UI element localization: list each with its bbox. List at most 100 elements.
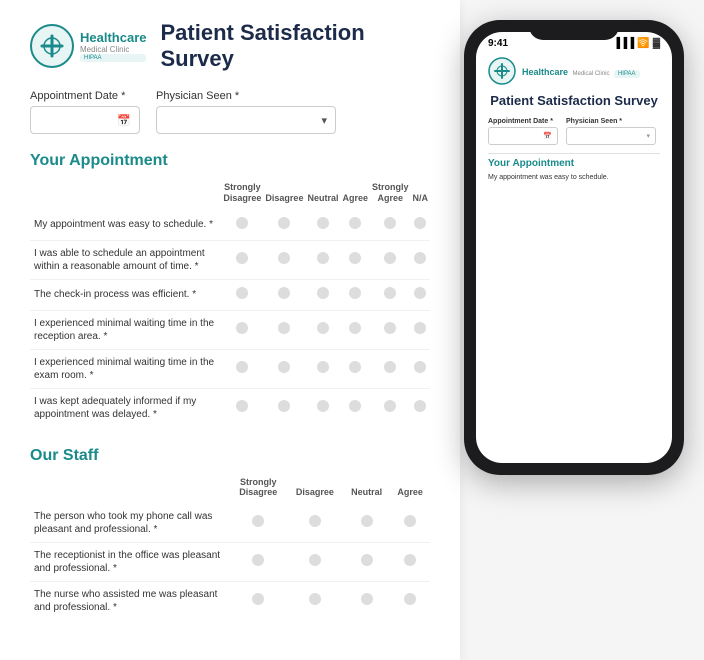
- radio-dot[interactable]: [384, 252, 396, 264]
- radio-dot[interactable]: [361, 515, 373, 527]
- radio-dot[interactable]: [236, 287, 248, 299]
- phone-date-input[interactable]: 📅: [488, 127, 558, 145]
- radio-cell[interactable]: [340, 240, 370, 279]
- appointment-date-input[interactable]: 📅: [30, 106, 140, 134]
- radio-dot[interactable]: [317, 217, 329, 229]
- radio-cell[interactable]: [370, 310, 411, 349]
- radio-dot[interactable]: [384, 400, 396, 412]
- radio-dot[interactable]: [404, 515, 416, 527]
- radio-cell[interactable]: [390, 543, 430, 582]
- radio-dot[interactable]: [236, 252, 248, 264]
- radio-cell[interactable]: [390, 582, 430, 621]
- radio-cell[interactable]: [305, 240, 340, 279]
- radio-dot[interactable]: [414, 217, 426, 229]
- radio-dot[interactable]: [414, 361, 426, 373]
- radio-dot[interactable]: [414, 252, 426, 264]
- radio-dot[interactable]: [278, 217, 290, 229]
- radio-dot[interactable]: [414, 400, 426, 412]
- radio-dot[interactable]: [236, 322, 248, 334]
- radio-cell[interactable]: [230, 504, 287, 543]
- radio-dot[interactable]: [361, 593, 373, 605]
- radio-cell[interactable]: [411, 210, 431, 241]
- radio-cell[interactable]: [340, 210, 370, 241]
- radio-cell[interactable]: [287, 504, 344, 543]
- radio-cell[interactable]: [370, 279, 411, 310]
- radio-dot[interactable]: [414, 287, 426, 299]
- radio-cell[interactable]: [305, 349, 340, 388]
- phone-physician-select[interactable]: ▾: [566, 127, 656, 145]
- radio-dot[interactable]: [384, 361, 396, 373]
- radio-dot[interactable]: [278, 287, 290, 299]
- radio-dot[interactable]: [384, 322, 396, 334]
- radio-dot[interactable]: [404, 554, 416, 566]
- radio-dot[interactable]: [278, 361, 290, 373]
- radio-cell[interactable]: [263, 240, 305, 279]
- radio-cell[interactable]: [221, 210, 263, 241]
- radio-dot[interactable]: [384, 287, 396, 299]
- radio-cell[interactable]: [305, 388, 340, 427]
- radio-cell[interactable]: [221, 349, 263, 388]
- radio-cell[interactable]: [343, 504, 390, 543]
- radio-dot[interactable]: [317, 287, 329, 299]
- radio-dot[interactable]: [309, 593, 321, 605]
- radio-cell[interactable]: [263, 210, 305, 241]
- radio-cell[interactable]: [340, 349, 370, 388]
- radio-dot[interactable]: [236, 400, 248, 412]
- radio-dot[interactable]: [317, 322, 329, 334]
- radio-cell[interactable]: [263, 388, 305, 427]
- radio-dot[interactable]: [349, 252, 361, 264]
- radio-cell[interactable]: [263, 310, 305, 349]
- radio-dot[interactable]: [361, 554, 373, 566]
- radio-cell[interactable]: [221, 240, 263, 279]
- radio-dot[interactable]: [349, 400, 361, 412]
- radio-cell[interactable]: [340, 310, 370, 349]
- radio-cell[interactable]: [287, 582, 344, 621]
- radio-dot[interactable]: [236, 217, 248, 229]
- radio-dot[interactable]: [309, 515, 321, 527]
- radio-cell[interactable]: [370, 349, 411, 388]
- radio-cell[interactable]: [287, 543, 344, 582]
- radio-cell[interactable]: [305, 279, 340, 310]
- radio-cell[interactable]: [411, 240, 431, 279]
- radio-dot[interactable]: [278, 252, 290, 264]
- radio-cell[interactable]: [343, 582, 390, 621]
- radio-cell[interactable]: [221, 388, 263, 427]
- radio-dot[interactable]: [309, 554, 321, 566]
- radio-dot[interactable]: [349, 361, 361, 373]
- radio-cell[interactable]: [230, 582, 287, 621]
- radio-cell[interactable]: [221, 279, 263, 310]
- radio-cell[interactable]: [343, 543, 390, 582]
- radio-dot[interactable]: [349, 287, 361, 299]
- radio-cell[interactable]: [263, 279, 305, 310]
- radio-dot[interactable]: [252, 593, 264, 605]
- radio-dot[interactable]: [252, 554, 264, 566]
- radio-cell[interactable]: [221, 310, 263, 349]
- radio-dot[interactable]: [317, 361, 329, 373]
- radio-dot[interactable]: [384, 217, 396, 229]
- radio-cell[interactable]: [370, 240, 411, 279]
- radio-dot[interactable]: [317, 252, 329, 264]
- radio-cell[interactable]: [305, 310, 340, 349]
- radio-dot[interactable]: [317, 400, 329, 412]
- radio-dot[interactable]: [236, 361, 248, 373]
- radio-cell[interactable]: [411, 349, 431, 388]
- physician-seen-select[interactable]: ▾: [156, 106, 336, 134]
- radio-cell[interactable]: [340, 388, 370, 427]
- radio-cell[interactable]: [411, 388, 431, 427]
- radio-dot[interactable]: [414, 322, 426, 334]
- radio-dot[interactable]: [278, 400, 290, 412]
- radio-dot[interactable]: [404, 593, 416, 605]
- radio-cell[interactable]: [305, 210, 340, 241]
- radio-dot[interactable]: [349, 322, 361, 334]
- radio-cell[interactable]: [340, 279, 370, 310]
- radio-dot[interactable]: [252, 515, 264, 527]
- radio-cell[interactable]: [370, 388, 411, 427]
- radio-cell[interactable]: [390, 504, 430, 543]
- radio-cell[interactable]: [263, 349, 305, 388]
- radio-dot[interactable]: [349, 217, 361, 229]
- radio-cell[interactable]: [230, 543, 287, 582]
- radio-dot[interactable]: [278, 322, 290, 334]
- radio-cell[interactable]: [411, 310, 431, 349]
- radio-cell[interactable]: [411, 279, 431, 310]
- radio-cell[interactable]: [370, 210, 411, 241]
